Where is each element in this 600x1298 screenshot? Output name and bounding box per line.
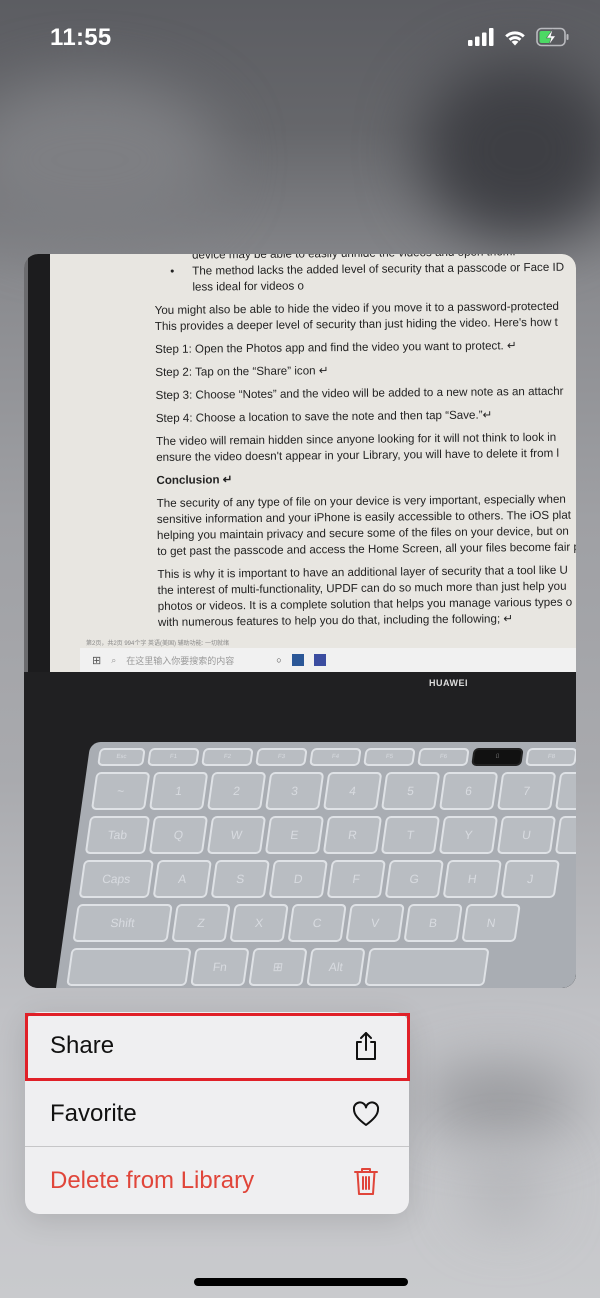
- laptop-brand: HUAWEI: [429, 678, 468, 688]
- keyboard-row: ~123456789: [90, 772, 576, 810]
- document-line: Conclusion ↵: [156, 473, 233, 487]
- heart-icon: [351, 1099, 381, 1129]
- home-indicator[interactable]: [194, 1278, 408, 1286]
- keyboard-key: ~: [90, 772, 151, 810]
- keyboard-key: E: [264, 816, 325, 854]
- windows-start-icon: ⊞: [92, 654, 102, 667]
- document-line: with numerous features to help you do th…: [157, 612, 514, 629]
- keyboard-row: TabQWERTYUI: [84, 816, 576, 854]
- keyboard-key: B: [403, 904, 463, 942]
- keyboard-key: 4: [322, 772, 383, 810]
- keyboard-key: F8: [525, 748, 576, 766]
- task-view-icon: ○: [276, 655, 282, 665]
- keyboard-key: F: [326, 860, 386, 898]
- keyboard-key: [66, 948, 192, 986]
- background-blur: [420, 60, 600, 240]
- trash-icon: [351, 1166, 381, 1196]
- keyboard-key: 2: [206, 772, 267, 810]
- keyboard-key: F6: [417, 748, 470, 766]
- photo-preview[interactable]: device may be able to easily unhide the …: [24, 254, 576, 988]
- background-blur: [470, 1160, 540, 1220]
- keyboard-key: Esc: [97, 748, 146, 766]
- keyboard-key: X: [229, 904, 289, 942]
- menu-item-label: Delete from Library: [50, 1166, 255, 1194]
- background-blur: [0, 80, 220, 240]
- context-menu: Share Favorite Delete from Library: [25, 1012, 409, 1214]
- document-line: This provides a deeper level of security…: [154, 315, 558, 333]
- keyboard-key: 5: [380, 772, 441, 810]
- keyboard-key: Y: [438, 816, 499, 854]
- keyboard-key: 3: [264, 772, 325, 810]
- keyboard-cover: EscF1F2F3F4F5F6⌷F8F9 ~123456789 TabQWERTYU…: [54, 742, 576, 988]
- keyboard-key: Z: [171, 904, 231, 942]
- keyboard-key: 6: [438, 772, 499, 810]
- keyboard-key: Alt: [306, 948, 366, 986]
- keyboard-key: N: [461, 904, 521, 942]
- document-text: device may be able to easily unhide the …: [154, 254, 576, 631]
- keyboard-row: EscF1F2F3F4F5F6⌷F8F9: [97, 748, 576, 766]
- keyboard-key: W: [206, 816, 267, 854]
- background-blur: [420, 1070, 580, 1130]
- keyboard-key: Caps: [78, 860, 154, 898]
- share-icon: [351, 1031, 381, 1061]
- keyboard-key: D: [268, 860, 328, 898]
- keyboard-key: ⊞: [248, 948, 308, 986]
- keyboard-row: Caps A S D F G H J: [78, 860, 560, 898]
- keyboard-key: Q: [148, 816, 209, 854]
- battery-charging-icon: [536, 27, 570, 52]
- keyboard-key: H: [442, 860, 502, 898]
- word-app-icon: [291, 654, 304, 666]
- status-icons: [468, 27, 570, 52]
- search-icon: ⌕: [111, 654, 117, 665]
- keyboard-key: F5: [363, 748, 416, 766]
- cellular-signal-icon: [468, 28, 494, 51]
- menu-item-favorite[interactable]: Favorite: [25, 1080, 409, 1147]
- keyboard-key: F2: [201, 748, 254, 766]
- keyboard-key: J: [500, 860, 560, 898]
- document-line: ensure the video doesn't appear in your …: [156, 446, 560, 464]
- keyboard-key: R: [322, 816, 383, 854]
- keyboard-key: ⌷: [471, 748, 524, 766]
- keyboard-key: Tab: [84, 816, 151, 854]
- taskbar-search-box: 在这里输入你要搜索的内容: [126, 655, 235, 666]
- word-status-bar: 第2页，共2页 994个字 英语(美国) 辅助功能: 一切就绪: [86, 641, 230, 647]
- menu-item-label: Share: [50, 1031, 115, 1059]
- keyboard-key: T: [380, 816, 441, 854]
- laptop-bezel: [24, 254, 50, 694]
- menu-item-delete-from-library[interactable]: Delete from Library: [25, 1147, 409, 1214]
- keyboard-key: 8: [554, 772, 576, 810]
- status-bar: 11:55: [0, 0, 600, 80]
- keyboard-key: A: [152, 860, 212, 898]
- keyboard-key: 7: [496, 772, 557, 810]
- keyboard-key: [364, 948, 490, 986]
- menu-item-label: Favorite: [50, 1099, 137, 1127]
- windows-taskbar: ⊞ ⌕ 在这里输入你要搜索的内容 ○: [80, 648, 576, 672]
- keyboard-key: V: [345, 904, 405, 942]
- document-line: to get past the passcode and access the …: [157, 540, 576, 558]
- keyboard-key: C: [287, 904, 347, 942]
- keyboard-key: Shift: [72, 904, 173, 942]
- keyboard-row: Fn ⊞ Alt: [66, 948, 490, 986]
- laptop-screen: device may be able to easily unhide the …: [24, 254, 576, 674]
- keyboard-row: Shift Z X C V B N: [72, 904, 521, 942]
- keyboard-key: 1: [148, 772, 209, 810]
- keyboard-key: U: [496, 816, 557, 854]
- document-line: Step 2: Tap on the “Share” icon ↵: [155, 364, 329, 379]
- keyboard-key: Fn: [190, 948, 250, 986]
- keyboard-key: F1: [147, 748, 200, 766]
- keyboard-key: S: [210, 860, 270, 898]
- document-line: Step 4: Choose a location to save the no…: [155, 408, 493, 425]
- keyboard-key: I: [554, 816, 576, 854]
- keyboard-key: G: [384, 860, 444, 898]
- menu-item-share[interactable]: Share: [25, 1012, 409, 1079]
- keyboard-key: F3: [255, 748, 308, 766]
- keyboard-key: F4: [309, 748, 362, 766]
- status-time: 11:55: [50, 24, 112, 51]
- app-icon: [313, 654, 326, 666]
- document-line: Step 3: Choose “Notes” and the video wil…: [155, 384, 564, 402]
- wifi-icon: [503, 28, 527, 51]
- document-line: Step 1: Open the Photos app and find the…: [154, 339, 517, 356]
